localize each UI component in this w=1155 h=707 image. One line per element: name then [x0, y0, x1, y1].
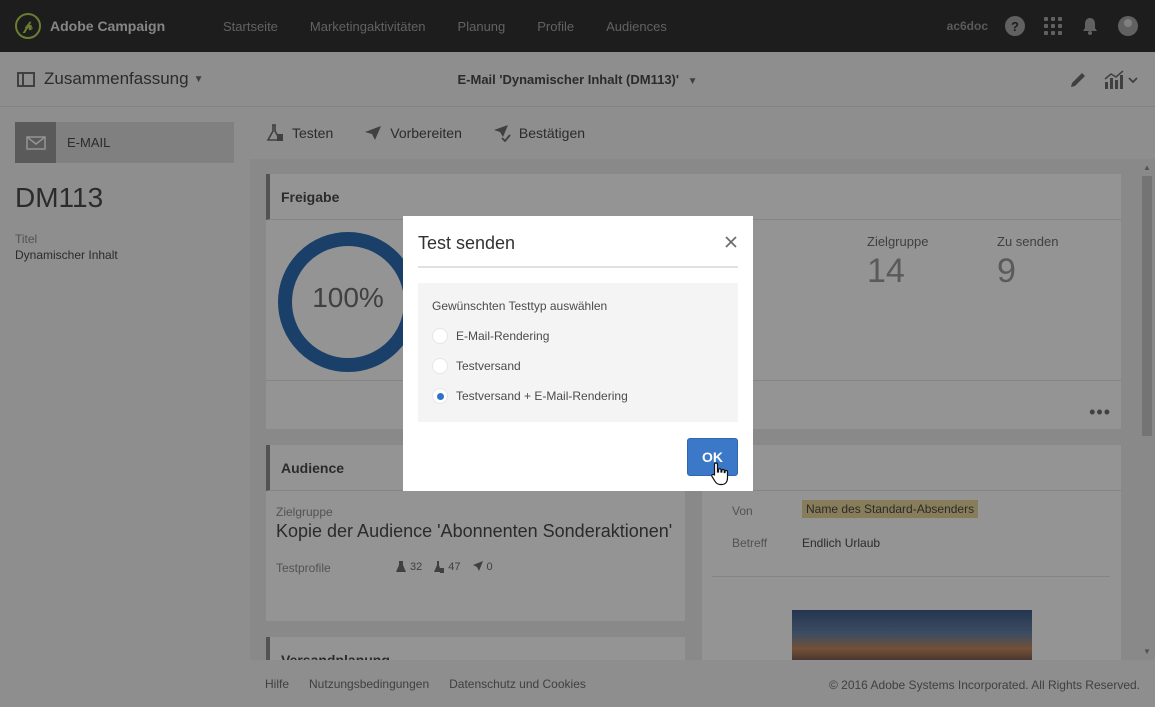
- option-test-send-and-rendering[interactable]: Testversand + E-Mail-Rendering: [432, 388, 628, 404]
- radio-test-send-and-rendering[interactable]: [432, 388, 448, 404]
- test-type-panel: Gewünschten Testtyp auswählen E-Mail-Ren…: [418, 283, 738, 422]
- send-test-dialog: Test senden Gewünschten Testtyp auswähle…: [403, 216, 753, 491]
- dialog-divider: [418, 266, 738, 268]
- option-label: Testversand: [456, 359, 521, 373]
- hand-cursor-icon: [711, 462, 729, 486]
- radio-email-rendering[interactable]: [432, 328, 448, 344]
- option-label: Testversand + E-Mail-Rendering: [456, 389, 628, 403]
- test-type-prompt: Gewünschten Testtyp auswählen: [432, 299, 608, 313]
- close-icon[interactable]: [724, 235, 738, 249]
- radio-test-send[interactable]: [432, 358, 448, 374]
- option-test-send[interactable]: Testversand: [432, 358, 521, 374]
- option-email-rendering[interactable]: E-Mail-Rendering: [432, 328, 549, 344]
- dialog-title: Test senden: [418, 233, 516, 253]
- option-label: E-Mail-Rendering: [456, 329, 550, 343]
